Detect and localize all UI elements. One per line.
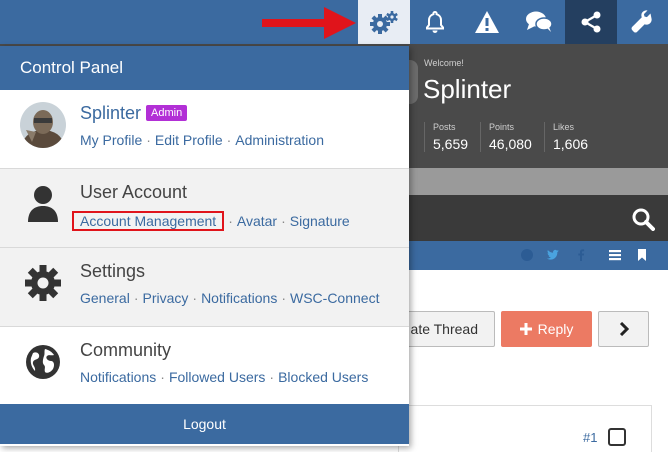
stat-points: Points 46,080 <box>480 122 532 152</box>
stat-label: Points <box>489 122 515 132</box>
control-panel-button[interactable] <box>358 0 410 44</box>
header-username: Splinter <box>423 74 512 104</box>
settings-title: Settings <box>80 261 146 281</box>
annotation-arrow <box>262 7 356 39</box>
bookmark-icon[interactable] <box>636 248 648 262</box>
globe-icon[interactable] <box>520 248 534 262</box>
search-icon[interactable] <box>631 207 655 231</box>
screen: Welcome! Splinter Posts 5,659 Points 46,… <box>0 0 668 452</box>
general-link[interactable]: General <box>80 290 130 306</box>
reply-label: Reply <box>537 321 574 337</box>
chat-icon <box>526 11 553 32</box>
conversations-button[interactable] <box>513 0 565 44</box>
link-separator: · <box>226 132 232 148</box>
privacy-link[interactable]: Privacy <box>142 290 188 306</box>
my-profile-link[interactable]: My Profile <box>80 132 142 148</box>
notifications-settings-link[interactable]: Notifications <box>201 290 277 306</box>
stat-likes: Likes 1,606 <box>544 122 588 152</box>
followed-users-link[interactable]: Followed Users <box>169 369 265 385</box>
avatar-link[interactable]: Avatar <box>237 213 277 229</box>
stat-posts: Posts 5,659 <box>424 122 468 152</box>
link-separator: · <box>146 132 151 148</box>
link-separator: · <box>160 369 165 385</box>
welcome-text: Welcome! <box>424 58 464 68</box>
facebook-icon[interactable] <box>574 248 588 262</box>
user-name-row: Splinter Admin <box>80 103 188 124</box>
bell-icon <box>426 10 444 33</box>
link-separator: · <box>281 290 286 306</box>
share-icon <box>581 11 601 33</box>
administration-link[interactable]: Administration <box>235 132 324 148</box>
control-panel-dropdown: Control Panel Splinter Admin My Profile … <box>0 46 409 446</box>
admin-badge: Admin <box>146 105 188 121</box>
stat-label: Posts <box>433 122 456 132</box>
share-button[interactable] <box>565 0 617 44</box>
blocked-users-link[interactable]: Blocked Users <box>278 369 368 385</box>
avatar-image <box>20 102 66 148</box>
user-account-title: User Account <box>80 182 188 202</box>
logout-button[interactable]: Logout <box>0 404 409 444</box>
link-separator: · <box>192 290 198 306</box>
list-icon[interactable] <box>608 248 622 262</box>
community-links: Notifications · Followed Users · Blocked Use… <box>80 369 368 385</box>
wrench-icon <box>631 10 652 33</box>
control-panel-header: Control Panel <box>0 46 409 90</box>
user-account-links: Account Management · Avatar · Signature <box>72 211 350 231</box>
create-thread-button[interactable]: ate Thread <box>398 311 495 347</box>
create-thread-label: ate Thread <box>410 321 478 337</box>
moderation-button[interactable] <box>461 0 513 44</box>
settings-section: Settings General · Privacy · Notifications · W… <box>0 248 409 327</box>
control-panel-title: Control Panel <box>20 58 124 77</box>
stat-label: Likes <box>553 122 575 132</box>
link-separator: · <box>269 369 275 385</box>
warning-icon <box>475 11 499 33</box>
post-number-link[interactable]: #1 <box>583 430 597 445</box>
community-notifications-link[interactable]: Notifications <box>80 369 156 385</box>
admin-tools-button[interactable] <box>616 0 668 44</box>
link-separator: · <box>281 213 286 229</box>
community-section: Community Notifications · Followed Users · B… <box>0 327 409 406</box>
twitter-icon[interactable] <box>546 248 560 262</box>
plus-icon <box>519 323 532 335</box>
user-section: Splinter Admin My Profile · Edit Profile · Ad… <box>0 90 409 169</box>
next-page-button[interactable] <box>598 311 649 347</box>
edit-profile-link[interactable]: Edit Profile <box>155 132 223 148</box>
settings-links: General · Privacy · Notifications · WSC-Connec… <box>80 290 379 306</box>
user-name-link[interactable]: Splinter <box>80 103 141 123</box>
wsc-connect-link[interactable]: WSC-Connect <box>290 290 379 306</box>
globe-icon <box>20 339 66 385</box>
chevron-right-icon <box>619 322 629 336</box>
user-avatar[interactable] <box>20 102 66 148</box>
notifications-button[interactable] <box>409 0 461 44</box>
reply-button[interactable]: Reply <box>501 311 592 347</box>
post-select-checkbox[interactable] <box>608 428 626 446</box>
stat-value: 5,659 <box>433 136 469 152</box>
gears-icon <box>370 11 398 34</box>
link-separator: · <box>133 290 139 306</box>
highlight-box: Account Management <box>72 211 225 231</box>
user-account-section: User Account Account Management · Avatar · S… <box>0 169 409 248</box>
user-links: My Profile · Edit Profile · Administration <box>80 132 324 148</box>
community-title: Community <box>80 340 172 360</box>
link-separator: · <box>228 213 233 229</box>
stat-value: 46,080 <box>489 136 532 152</box>
user-icon <box>20 181 66 227</box>
cog-icon <box>20 260 66 306</box>
account-management-link[interactable]: Account Management <box>80 213 216 229</box>
stat-value: 1,606 <box>553 136 589 152</box>
logout-label: Logout <box>183 416 226 432</box>
signature-link[interactable]: Signature <box>290 213 350 229</box>
